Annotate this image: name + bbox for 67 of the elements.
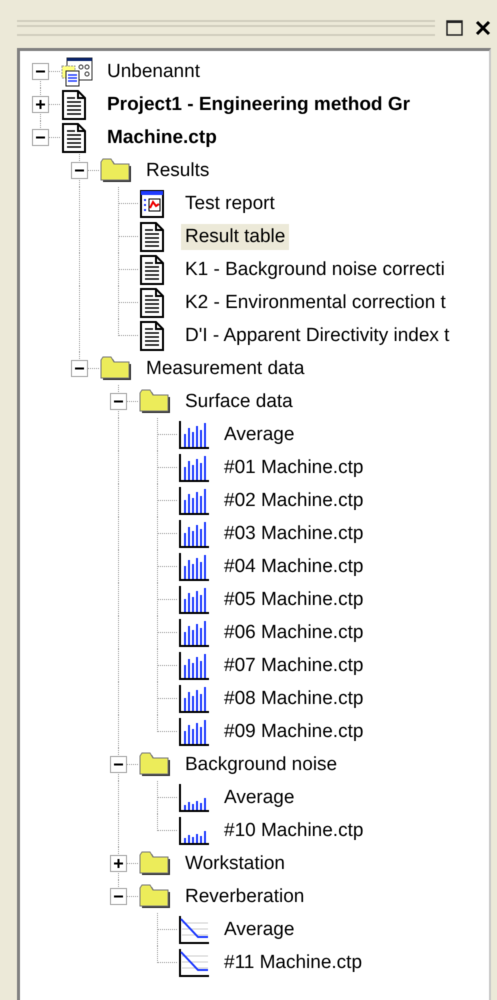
close-icon[interactable]: [475, 19, 491, 37]
tree-item[interactable]: Average: [220, 422, 298, 448]
tree-item[interactable]: Surface data: [181, 388, 297, 414]
collapse-toggle[interactable]: [71, 162, 88, 179]
tree-item[interactable]: Background noise: [181, 752, 342, 778]
document-icon: [139, 222, 165, 252]
folder-icon: [139, 850, 171, 876]
folder-icon: [139, 752, 171, 778]
bar-chart-icon: [178, 782, 210, 812]
tree-item[interactable]: D'I - Apparent Directivity index t: [181, 322, 454, 348]
tree-item[interactable]: #07 Machine.ctp: [220, 652, 368, 678]
line-chart-icon: [178, 948, 210, 978]
bar-chart-icon: [178, 584, 210, 614]
expand-toggle[interactable]: [32, 96, 49, 113]
collapse-toggle[interactable]: [32, 129, 49, 146]
document-icon: [61, 90, 87, 120]
folder-icon: [100, 158, 132, 184]
tree-item[interactable]: #09 Machine.ctp: [220, 718, 368, 744]
bar-chart-icon: [178, 518, 210, 548]
bar-chart-icon: [178, 452, 210, 482]
document-icon: [139, 288, 165, 318]
tree-item[interactable]: K1 - Background noise correcti: [181, 256, 449, 282]
folder-icon: [139, 884, 171, 910]
collapse-toggle[interactable]: [110, 393, 127, 410]
tree-item[interactable]: Workstation: [181, 850, 289, 876]
report-icon: [139, 190, 165, 218]
tree-item[interactable]: Results: [142, 158, 214, 184]
collapse-toggle[interactable]: [71, 360, 88, 377]
bar-chart-icon: [178, 816, 210, 846]
line-chart-icon: [178, 914, 210, 944]
bar-chart-icon: [178, 486, 210, 516]
tree-item[interactable]: Average: [220, 916, 298, 942]
tree-item[interactable]: Unbenannt: [103, 58, 204, 84]
folder-icon: [139, 388, 171, 414]
document-icon: [139, 254, 165, 284]
document-icon: [61, 122, 87, 152]
bar-chart-icon: [178, 684, 210, 714]
collapse-toggle[interactable]: [110, 888, 127, 905]
tree-item[interactable]: #11 Machine.ctp: [220, 950, 366, 976]
tree-item[interactable]: Measurement data: [142, 356, 308, 382]
tree-item[interactable]: #01 Machine.ctp: [220, 454, 368, 480]
tree-item[interactable]: #04 Machine.ctp: [220, 554, 368, 580]
bar-chart-icon: [178, 716, 210, 746]
bar-chart-icon: [178, 618, 210, 648]
tree-item[interactable]: #06 Machine.ctp: [220, 620, 368, 646]
tree-item[interactable]: K2 - Environmental correction t: [181, 290, 450, 316]
tree-item[interactable]: Reverberation: [181, 884, 308, 910]
tree-item[interactable]: Project1 - Engineering method Gr: [103, 92, 414, 118]
collapse-toggle[interactable]: [32, 63, 49, 80]
collapse-toggle[interactable]: [110, 756, 127, 773]
workspace-icon: [61, 56, 93, 86]
bar-chart-icon: [178, 420, 210, 450]
expand-toggle[interactable]: [110, 855, 127, 872]
tree-item[interactable]: Test report: [181, 190, 279, 216]
tree-item[interactable]: Result table: [181, 224, 290, 250]
bar-chart-icon: [178, 552, 210, 582]
tree-item[interactable]: #03 Machine.ctp: [220, 520, 368, 546]
tree-item[interactable]: #05 Machine.ctp: [220, 586, 368, 612]
tree-item[interactable]: #10 Machine.ctp: [220, 818, 368, 844]
tree-item[interactable]: Machine.ctp: [103, 124, 221, 150]
tree-item[interactable]: #02 Machine.ctp: [220, 488, 368, 514]
folder-icon: [100, 356, 132, 382]
bar-chart-icon: [178, 650, 210, 680]
tree-item[interactable]: #08 Machine.ctp: [220, 686, 368, 712]
maximize-icon[interactable]: [445, 19, 465, 37]
tree-item[interactable]: Average: [220, 784, 298, 810]
document-icon: [139, 320, 165, 350]
